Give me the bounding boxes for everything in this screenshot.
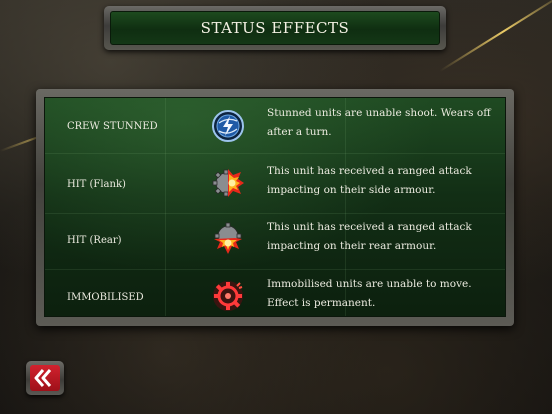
- back-button-face[interactable]: [30, 365, 60, 391]
- effect-description: This unit has received a ranged attack i…: [267, 221, 472, 252]
- hit-rear-icon: [211, 222, 245, 256]
- effect-name: IMMOBILISED: [67, 291, 144, 303]
- effect-description: Immobilised units are unable to move. Ef…: [267, 278, 472, 309]
- status-effects-list: CREW STUNNED Stunned units are unable sh…: [44, 97, 506, 317]
- list-item: HIT (Rear) This unit has received a rang…: [45, 212, 505, 268]
- title-plate: STATUS EFFECTS: [110, 11, 440, 45]
- list-item: IMMOBILISED Immobilised units are unable…: [45, 269, 505, 316]
- effect-name: CREW STUNNED: [67, 120, 158, 132]
- page-title: STATUS EFFECTS: [200, 19, 350, 37]
- effect-description: Stunned units are unable shoot. Wears of…: [267, 107, 491, 138]
- stunned-icon: [211, 109, 245, 143]
- effect-name: HIT (Rear): [67, 234, 122, 246]
- list-item: HIT (Flank) This unit has received a ran…: [45, 156, 505, 212]
- effect-description: This unit has received a ranged attack i…: [267, 165, 472, 196]
- back-arrow-icon: [34, 369, 52, 387]
- immobilised-icon: [211, 279, 245, 313]
- hit-flank-icon: [211, 166, 245, 200]
- list-item: CREW STUNNED Stunned units are unable sh…: [45, 98, 505, 154]
- back-button[interactable]: [26, 361, 64, 395]
- title-banner: STATUS EFFECTS: [104, 6, 446, 50]
- status-effects-panel: CREW STUNNED Stunned units are unable sh…: [36, 89, 514, 326]
- effect-name: HIT (Flank): [67, 178, 126, 190]
